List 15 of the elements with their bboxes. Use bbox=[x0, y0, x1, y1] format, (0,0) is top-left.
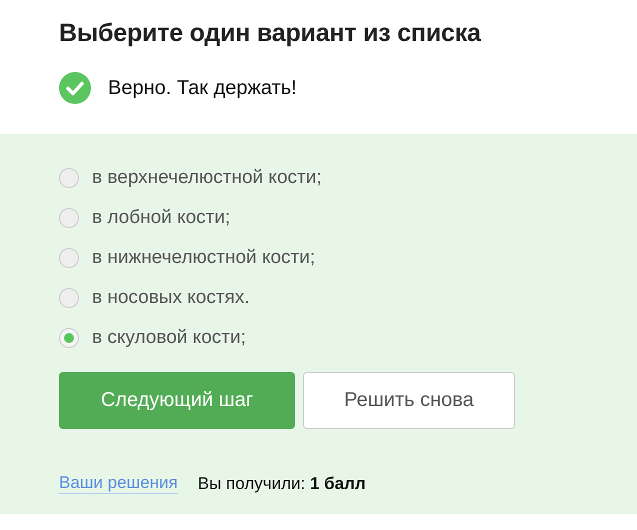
question-title: Выберите один вариант из списка bbox=[59, 18, 482, 49]
radio-button[interactable] bbox=[59, 328, 79, 348]
retry-button[interactable]: Решить снова bbox=[303, 372, 515, 429]
radio-button[interactable] bbox=[59, 248, 79, 268]
radio-button[interactable] bbox=[59, 168, 79, 188]
option-label[interactable]: в нижнечелюстной кости; bbox=[92, 247, 316, 269]
option-label[interactable]: в верхнечелюстной кости; bbox=[92, 167, 322, 189]
option-label[interactable]: в носовых костях. bbox=[92, 287, 250, 309]
check-circle-icon bbox=[59, 72, 91, 104]
result-message: Верно. Так держать! bbox=[108, 76, 297, 100]
radio-button[interactable] bbox=[59, 288, 79, 308]
option-label[interactable]: в лобной кости; bbox=[92, 207, 230, 229]
option-label[interactable]: в скуловой кости; bbox=[92, 327, 246, 349]
radio-button[interactable] bbox=[59, 208, 79, 228]
score-text: Вы получили: 1 балл bbox=[198, 474, 366, 494]
